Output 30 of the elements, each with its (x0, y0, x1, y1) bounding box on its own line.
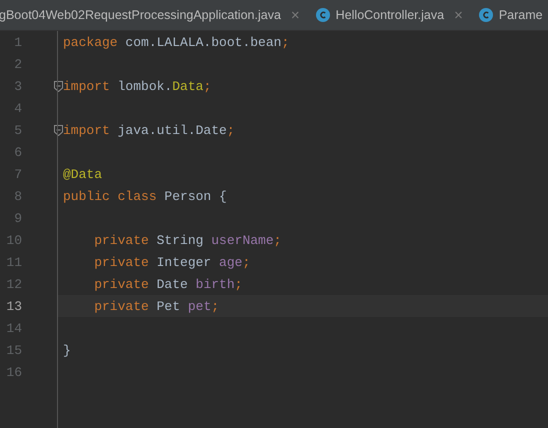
fold-icon[interactable] (54, 124, 63, 136)
code-line: } (63, 342, 71, 358)
line-number: 2 (13, 56, 22, 72)
line-number: 16 (5, 364, 22, 380)
line-number: 9 (13, 210, 22, 226)
code-line: package com.LALALA.boot.bean; (63, 34, 290, 50)
editor-tab[interactable]: Parame (470, 0, 548, 30)
line-number: 7 (13, 166, 22, 182)
line-number: 13 (5, 298, 22, 314)
line-number: 11 (5, 254, 22, 270)
code-line: import java.util.Date; (63, 122, 235, 138)
line-number: 12 (5, 276, 22, 292)
fold-icon[interactable] (54, 80, 63, 92)
line-number: 1 (13, 34, 22, 50)
line-number: 4 (13, 100, 22, 116)
line-number: 14 (5, 320, 22, 336)
code-line: import lombok.Data; (63, 78, 212, 94)
line-number: 8 (13, 188, 22, 204)
line-number: 10 (5, 232, 22, 248)
code-line: private Date birth; (93, 276, 242, 292)
line-number: 15 (5, 342, 22, 358)
code-line: @Data (63, 166, 102, 182)
code-line: public class Person { (63, 188, 227, 204)
line-number: 5 (13, 122, 22, 138)
line-number: 3 (13, 78, 22, 94)
code-line: private Pet pet; (93, 298, 220, 314)
code-line: private Integer age; (93, 254, 250, 270)
line-number: 6 (13, 144, 22, 160)
code-line: private String userName; (93, 232, 282, 248)
editor-tab[interactable]: HelloController.java × (308, 0, 471, 30)
